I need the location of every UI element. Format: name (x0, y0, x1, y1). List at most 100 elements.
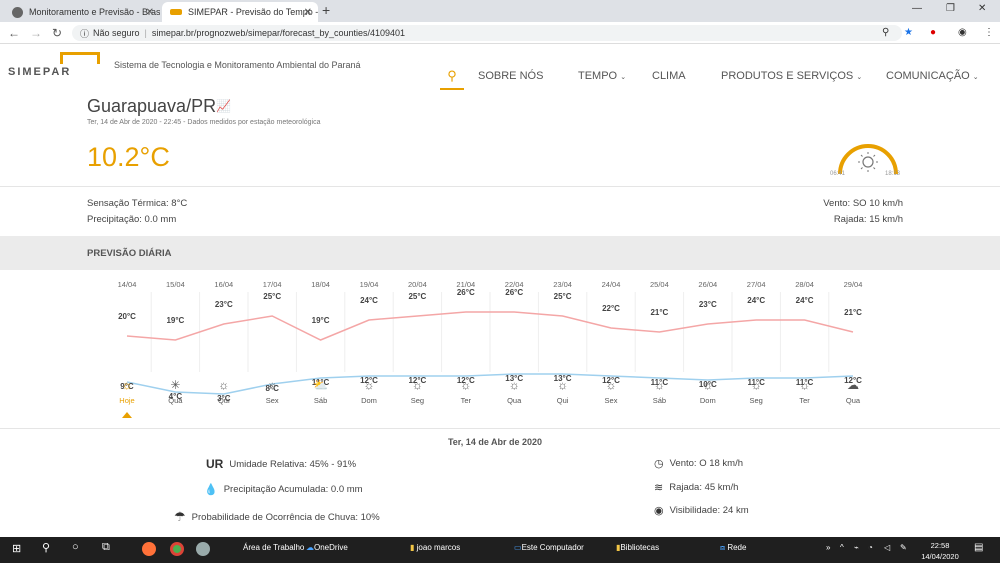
search-icon[interactable]: ⚲ (42, 541, 50, 554)
forecast-max-temp: 21°C (844, 308, 862, 317)
pen-icon[interactable]: ✎ (900, 543, 907, 552)
new-tab-icon[interactable]: + (322, 2, 330, 18)
forecast-max-temp: 20°C (118, 312, 136, 321)
forecast-day-label[interactable]: Hoje (107, 396, 147, 405)
sun-icon[interactable]: ☼ (252, 378, 292, 392)
sun-arc-icon (838, 144, 898, 175)
sun-icon[interactable]: ☼ (494, 378, 534, 392)
sunrise-time: 06:41 (830, 171, 846, 177)
sun-icon[interactable]: ☼ (639, 378, 679, 392)
taskbar-label: OneDrive (314, 543, 348, 552)
sunset-time: 18:13 (885, 171, 901, 177)
zoom-icon[interactable]: ⚲ (882, 27, 889, 38)
forecast-day-label[interactable]: Sex (252, 396, 292, 405)
browser-tab-1[interactable]: Monitoramento e Previsão - Bras ✕ (4, 2, 160, 22)
frost-icon[interactable]: ✳ (155, 378, 195, 392)
forecast-day-label[interactable]: Ter (785, 396, 825, 405)
menu-tempo[interactable]: TEMPO ⌄ (578, 70, 626, 82)
app-icon[interactable] (196, 542, 210, 556)
chart-trend-icon[interactable]: 📈 (216, 99, 231, 113)
taskbar-rede[interactable]: ⧈ Rede (720, 543, 746, 553)
forecast-day-label[interactable]: Sáb (301, 396, 341, 405)
chrome-icon[interactable] (170, 542, 184, 556)
tray-chevron-up-icon[interactable]: ^ (840, 543, 844, 552)
visibility-text: Visibilidade: 24 km (669, 505, 749, 516)
menu-dots-icon[interactable]: ⋮ (984, 27, 994, 38)
forecast-day-label[interactable]: Sáb (639, 396, 679, 405)
city-title: Guarapuava/PR (87, 96, 217, 116)
sun-icon[interactable]: ☼ (349, 378, 389, 392)
volume-icon[interactable]: ◁ (884, 543, 890, 552)
firefox-icon[interactable] (142, 542, 156, 556)
humidity-text: Umidade Relativa: 45% - 91% (229, 458, 357, 470)
globe-icon (12, 6, 23, 18)
forecast-day-label[interactable]: Qua (494, 396, 534, 405)
search-icon[interactable]: ⚲ (440, 64, 464, 90)
simepar-logo[interactable]: SIMEPAR (8, 66, 71, 78)
sun-icon[interactable]: ☼ (785, 378, 825, 392)
task-view-icon[interactable]: ⧉ (102, 541, 110, 554)
back-icon[interactable]: ← (8, 26, 20, 40)
sun-icon[interactable]: ☼ (688, 378, 728, 392)
taskbar-clock[interactable]: 22:58 14/04/2020 (920, 540, 960, 562)
cloud-icon[interactable]: ☁ (833, 378, 873, 392)
sun-icon[interactable]: ☼ (204, 378, 244, 392)
browser-tab-2[interactable]: SIMEPAR - Previsão do Tempo - ✕ (162, 2, 318, 22)
close-window-icon[interactable]: ✕ (978, 3, 986, 14)
windows-taskbar: ⊞ ⚲ ○ ⧉ Área de Trabalho ☁OneDrive ▮ joa… (0, 537, 1000, 563)
menu-comunicacao[interactable]: COMUNICAÇÃO ⌄ (886, 70, 979, 82)
chevron-down-icon: ⌄ (856, 74, 863, 81)
taskbar-bibliotecas[interactable]: ▮Bibliotecas (616, 543, 659, 552)
wind: Vento: SO 10 km/h (823, 198, 903, 209)
maximize-icon[interactable]: ❐ (946, 3, 955, 14)
minimize-icon[interactable]: — (912, 3, 922, 14)
taskbar-este-computador[interactable]: ▭Este Computador (514, 543, 584, 552)
gust-icon: ≋ (654, 482, 664, 494)
forecast-day-label[interactable]: Qua (833, 396, 873, 405)
forecast-max-temp: 21°C (650, 308, 669, 317)
menu-clima[interactable]: CLIMA (652, 70, 686, 82)
opera-extension-icon[interactable]: ● (930, 27, 936, 38)
site-tagline: Sistema de Tecnologia e Monitoramento Am… (114, 60, 361, 70)
forecast-day-label[interactable]: Seg (736, 396, 776, 405)
wifi-icon[interactable]: ◔ (868, 543, 873, 552)
taskbar-label: joao marcos (416, 543, 461, 552)
forecast-day-label[interactable]: Seg (397, 396, 437, 405)
forecast-day-label[interactable]: Qui (204, 396, 244, 405)
sun-icon[interactable]: ☼ (591, 378, 631, 392)
partly-cloudy-icon[interactable]: ⛅ (301, 378, 341, 392)
address-bar[interactable]: ⓘ Não seguro | simepar.br/prognozweb/sim… (72, 25, 902, 41)
chevron-double-right-icon[interactable]: » (826, 543, 830, 552)
taskbar-area-de-trabalho[interactable]: Área de Trabalho (243, 543, 304, 552)
clock-time: 22:58 (930, 541, 950, 550)
forecast-day-label[interactable]: Ter (446, 396, 486, 405)
reload-icon[interactable]: ↻ (52, 26, 62, 40)
forward-icon[interactable]: → (30, 26, 42, 40)
observation-datetime: Ter, 14 de Abr de 2020 - 22:45 - Dados m… (87, 119, 321, 126)
browser-toolbar: ← → ↻ ⓘ Não seguro | simepar.br/prognozw… (0, 22, 1000, 44)
taskbar-joao-marcos[interactable]: ▮ joao marcos (410, 543, 460, 552)
notifications-icon[interactable]: ▤ (974, 542, 983, 553)
windows-start-icon[interactable]: ⊞ (12, 542, 21, 555)
sun-icon[interactable]: ☼ (107, 378, 147, 392)
forecast-day-label[interactable]: Qui (543, 396, 583, 405)
cortana-icon[interactable]: ○ (72, 541, 79, 553)
sun-icon[interactable]: ☼ (397, 378, 437, 392)
profile-icon[interactable]: ◉ (958, 27, 967, 38)
forecast-day-label[interactable]: Dom (688, 396, 728, 405)
close-icon[interactable]: ✕ (146, 7, 154, 18)
menu-produtos-servicos[interactable]: PRODUTOS E SERVIÇOS ⌄ (721, 70, 862, 82)
close-icon[interactable]: ✕ (304, 7, 312, 18)
forecast-day-label[interactable]: Dom (349, 396, 389, 405)
forecast-day-label[interactable]: Sex (591, 396, 631, 405)
sun-icon[interactable]: ☼ (446, 378, 486, 392)
forecast-day-label[interactable]: Qua (155, 396, 195, 405)
bookmark-star-icon[interactable]: ★ (904, 27, 913, 38)
umbrella-icon: ☂ (174, 509, 186, 524)
taskbar-onedrive[interactable]: ☁OneDrive (306, 543, 348, 552)
usb-icon[interactable]: ⌁ (854, 543, 859, 552)
sun-icon[interactable]: ☼ (736, 378, 776, 392)
sun-icon[interactable]: ☼ (543, 378, 583, 392)
menu-sobre-nos[interactable]: SOBRE NÓS (478, 70, 543, 82)
forecast-date: 19/04 (359, 280, 379, 289)
